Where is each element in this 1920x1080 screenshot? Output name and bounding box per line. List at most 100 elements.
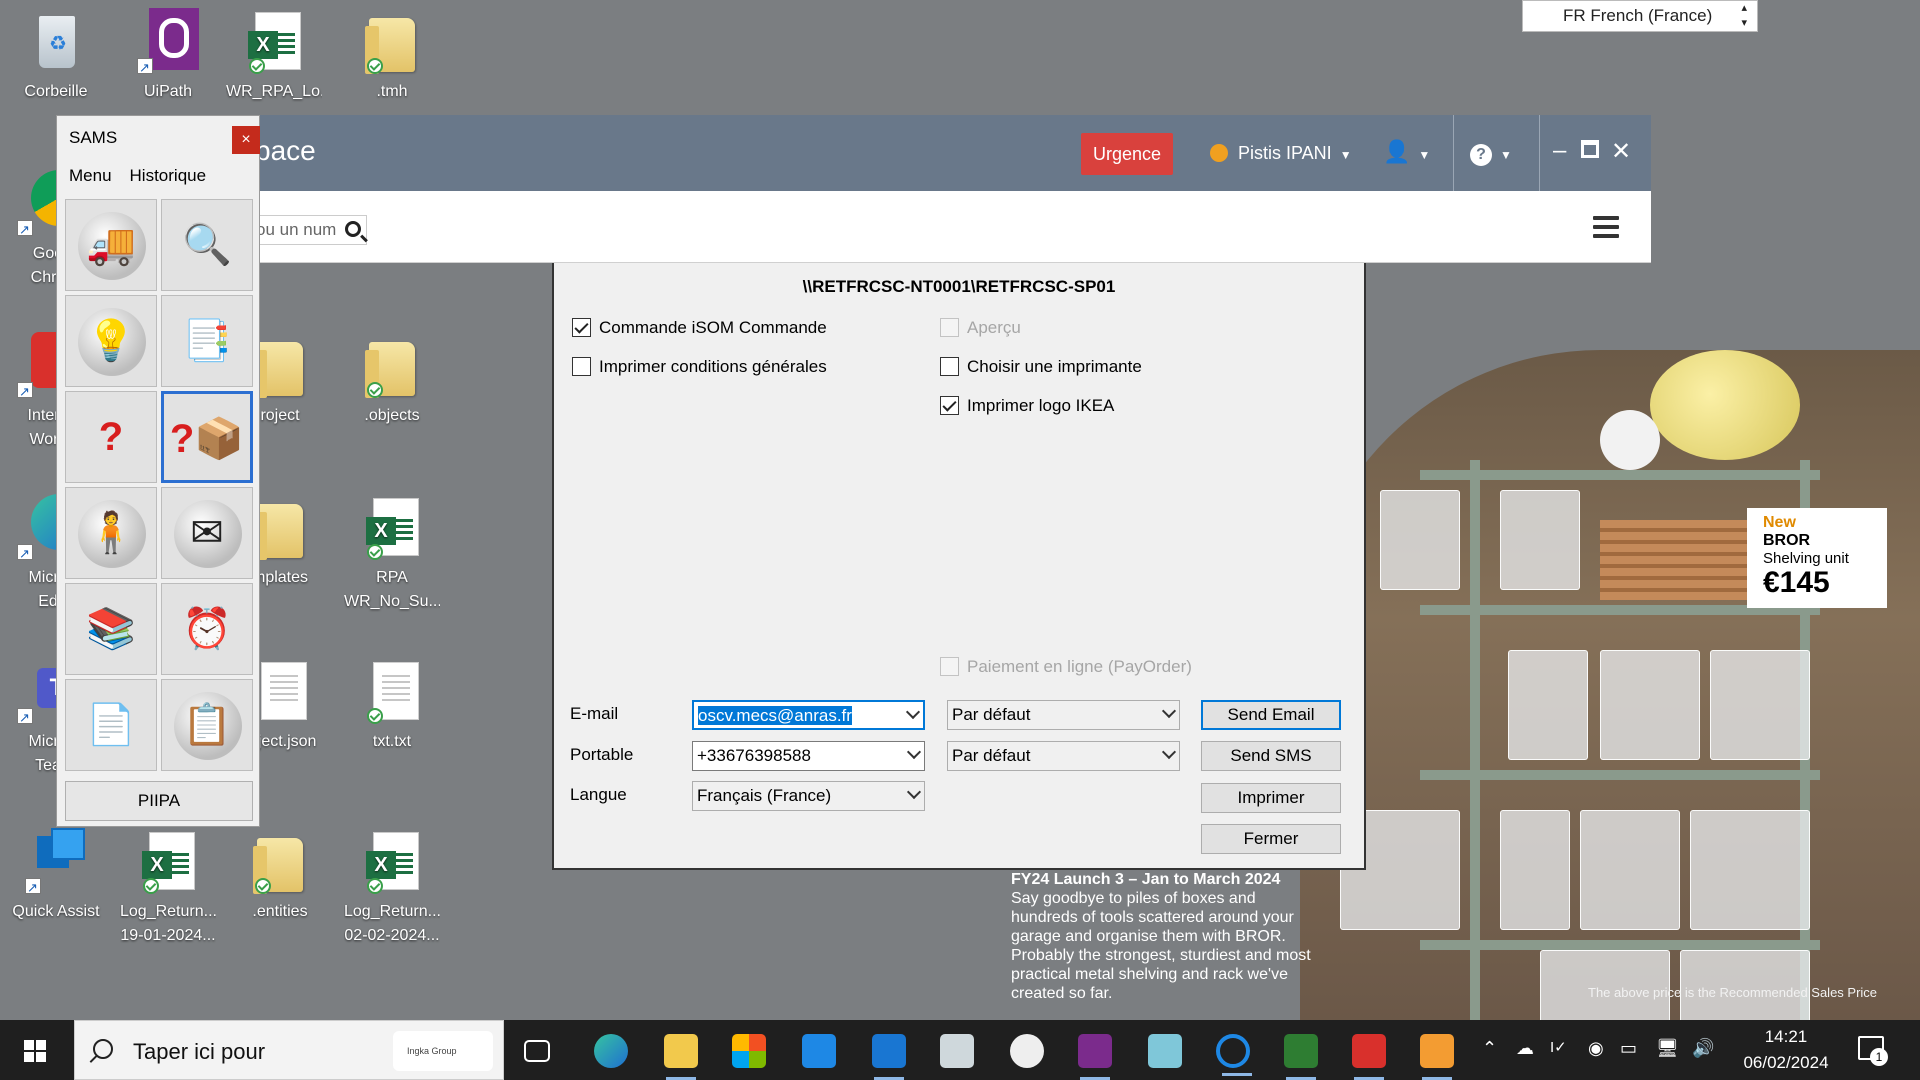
desktop-icon-quick-assist[interactable]: Quick Assist xyxy=(8,828,104,924)
battery-icon[interactable]: ▭ xyxy=(1620,1038,1637,1059)
help-menu[interactable]: ? ▼ xyxy=(1470,139,1512,166)
portable-combobox[interactable]: +33676398588 xyxy=(692,741,925,771)
desktop-icon-objects[interactable]: .objects xyxy=(344,332,440,428)
fermer-button[interactable]: Fermer xyxy=(1201,824,1341,854)
volume-icon[interactable]: 🔊 xyxy=(1692,1038,1714,1059)
vpn-icon[interactable]: ◉ xyxy=(1588,1038,1604,1059)
chevron-down-icon[interactable] xyxy=(906,744,922,760)
checkbox-apercu: Aperçu xyxy=(940,317,1021,341)
mail-icon[interactable] xyxy=(802,1034,836,1068)
clock-app-icon[interactable] xyxy=(1010,1034,1044,1068)
chevron-up-icon[interactable]: ⌃ xyxy=(1482,1038,1497,1059)
menu-item-menu[interactable]: Menu xyxy=(69,166,112,185)
checkbox-conditions[interactable]: Imprimer conditions générales xyxy=(572,356,827,380)
close-icon[interactable]: × xyxy=(232,126,260,154)
uipath-icon xyxy=(137,8,199,80)
chevron-down-icon[interactable] xyxy=(906,784,922,800)
status-icon xyxy=(1210,144,1228,162)
interaction-workspace-taskbar-icon[interactable] xyxy=(1352,1034,1386,1080)
network-tool-icon[interactable] xyxy=(940,1034,974,1068)
search-placeholder: ou un num xyxy=(256,220,337,239)
delivery-icon: 🚚 xyxy=(86,223,136,267)
chevron-down-icon: ▼ xyxy=(1339,148,1352,162)
ime-icon[interactable]: I✓ xyxy=(1550,1038,1567,1056)
language-updown-icon[interactable]: ▴ ▾ xyxy=(1741,1,1747,31)
search-icon[interactable] xyxy=(345,221,361,237)
desktop-icon-uipath[interactable]: UiPath xyxy=(120,8,216,104)
checkbox-box[interactable] xyxy=(572,318,591,337)
file-explorer-icon[interactable] xyxy=(664,1034,698,1080)
sams-app-icon[interactable] xyxy=(872,1034,906,1080)
swirl-app-icon[interactable] xyxy=(1216,1034,1252,1076)
email-combobox[interactable]: oscv.mecs@anras.fr xyxy=(692,700,925,730)
chevron-down-icon[interactable] xyxy=(1161,703,1177,719)
help-tile[interactable]: ? xyxy=(65,391,157,483)
maximize-icon[interactable] xyxy=(1581,140,1599,158)
document-hand-tile[interactable]: 📄 xyxy=(65,679,157,771)
order-help-tile[interactable]: ?📦 xyxy=(161,391,253,483)
price-tag-desc: Shelving unit xyxy=(1763,550,1849,567)
chevron-down-icon[interactable] xyxy=(1161,744,1177,760)
excel-file-icon xyxy=(137,828,199,894)
urgence-button[interactable]: Urgence xyxy=(1081,133,1173,175)
minimize-icon[interactable]: – xyxy=(1553,137,1566,165)
player-icon[interactable] xyxy=(1284,1034,1318,1080)
portable-option-select[interactable]: Par défaut xyxy=(947,741,1180,771)
desktop-icon-log-return-1[interactable]: Log_Return... 19-01-2024... xyxy=(120,828,216,948)
menu-item-historique[interactable]: Historique xyxy=(130,166,207,185)
checkbox-box[interactable] xyxy=(572,357,591,376)
envelope-tile[interactable]: ✉ xyxy=(161,487,253,579)
excel-file-icon xyxy=(243,8,305,74)
notepad-icon[interactable] xyxy=(1148,1034,1182,1068)
list-tile[interactable]: 📋 xyxy=(161,679,253,771)
taskbar-clock[interactable]: 14:21 06/02/2024 xyxy=(1726,1024,1846,1076)
user-menu[interactable]: Pistis IPANI ▼ xyxy=(1210,143,1352,164)
checkbox-box[interactable] xyxy=(940,396,959,415)
search-documents-tile[interactable]: 🔍 xyxy=(161,199,253,291)
windows-start-icon[interactable] xyxy=(24,1040,46,1062)
desktop-icon-tmh[interactable]: .tmh xyxy=(344,8,440,104)
onedrive-icon[interactable]: ☁ xyxy=(1516,1038,1534,1059)
sams-taskbar-icon[interactable] xyxy=(1420,1034,1454,1080)
email-option-select[interactable]: Par défaut xyxy=(947,700,1180,730)
person-tile[interactable]: 🧍 xyxy=(65,487,157,579)
language-label: FR French (France) xyxy=(1563,6,1713,25)
checkbox-choisir-imprimante[interactable]: Choisir une imprimante xyxy=(940,356,1142,380)
checkbox-commande[interactable]: Commande iSOM Commande xyxy=(572,317,827,341)
documents-tile[interactable]: 📑 xyxy=(161,295,253,387)
notification-icon[interactable]: 1 xyxy=(1858,1036,1888,1066)
store-icon[interactable] xyxy=(732,1034,766,1068)
account-menu[interactable]: 👤 ▼ xyxy=(1383,139,1430,165)
desktop-icon-wr-rpa[interactable]: WR_RPA_Lo... xyxy=(226,8,322,104)
checkbox-box[interactable] xyxy=(940,357,959,376)
send-sms-button[interactable]: Send SMS xyxy=(1201,741,1341,771)
desktop-icon-txt[interactable]: txt.txt xyxy=(344,658,440,754)
checkbox-logo-ikea[interactable]: Imprimer logo IKEA xyxy=(940,395,1114,419)
desktop-icon-corbeille[interactable]: ♻ Corbeille xyxy=(8,8,104,104)
hamburger-menu-icon[interactable] xyxy=(1593,216,1619,238)
alarm-tile[interactable]: ⏰ xyxy=(161,583,253,675)
edge-icon[interactable] xyxy=(594,1034,628,1068)
price-tag-product: BROR xyxy=(1763,532,1811,549)
task-view-icon[interactable] xyxy=(524,1040,550,1062)
user-name: Pistis IPANI xyxy=(1238,143,1332,163)
desktop-icon-entities[interactable]: .entities xyxy=(232,828,328,924)
langue-select[interactable]: Français (France) xyxy=(692,781,925,811)
lamp-tile[interactable]: 💡 xyxy=(65,295,157,387)
desktop-icon-log-return-2[interactable]: Log_Return... 02-02-2024... xyxy=(344,828,440,948)
desktop-icon-rpa-wr-no-su[interactable]: RPA WR_No_Su... xyxy=(344,494,440,614)
imprimer-button[interactable]: Imprimer xyxy=(1201,783,1341,813)
clock-date: 06/02/2024 xyxy=(1743,1053,1829,1072)
network-icon[interactable]: 🖥 xyxy=(1656,1038,1679,1059)
documents-icon: 📑 xyxy=(182,319,232,363)
close-icon[interactable]: ✕ xyxy=(1611,137,1631,166)
books-tile[interactable]: 📚 xyxy=(65,583,157,675)
uipath-taskbar-icon[interactable] xyxy=(1078,1034,1112,1080)
language-bar[interactable]: FR French (France) ▴ ▾ xyxy=(1522,0,1758,32)
question-icon: ? xyxy=(98,415,124,459)
taskbar-search-box[interactable]: Taper ici pour Ingka Group xyxy=(74,1020,504,1080)
send-email-button[interactable]: Send Email xyxy=(1201,700,1341,730)
delivery-tile[interactable]: 🚚 xyxy=(65,199,157,291)
piipa-button[interactable]: PIIPA xyxy=(65,781,253,821)
chevron-down-icon[interactable] xyxy=(905,704,921,720)
